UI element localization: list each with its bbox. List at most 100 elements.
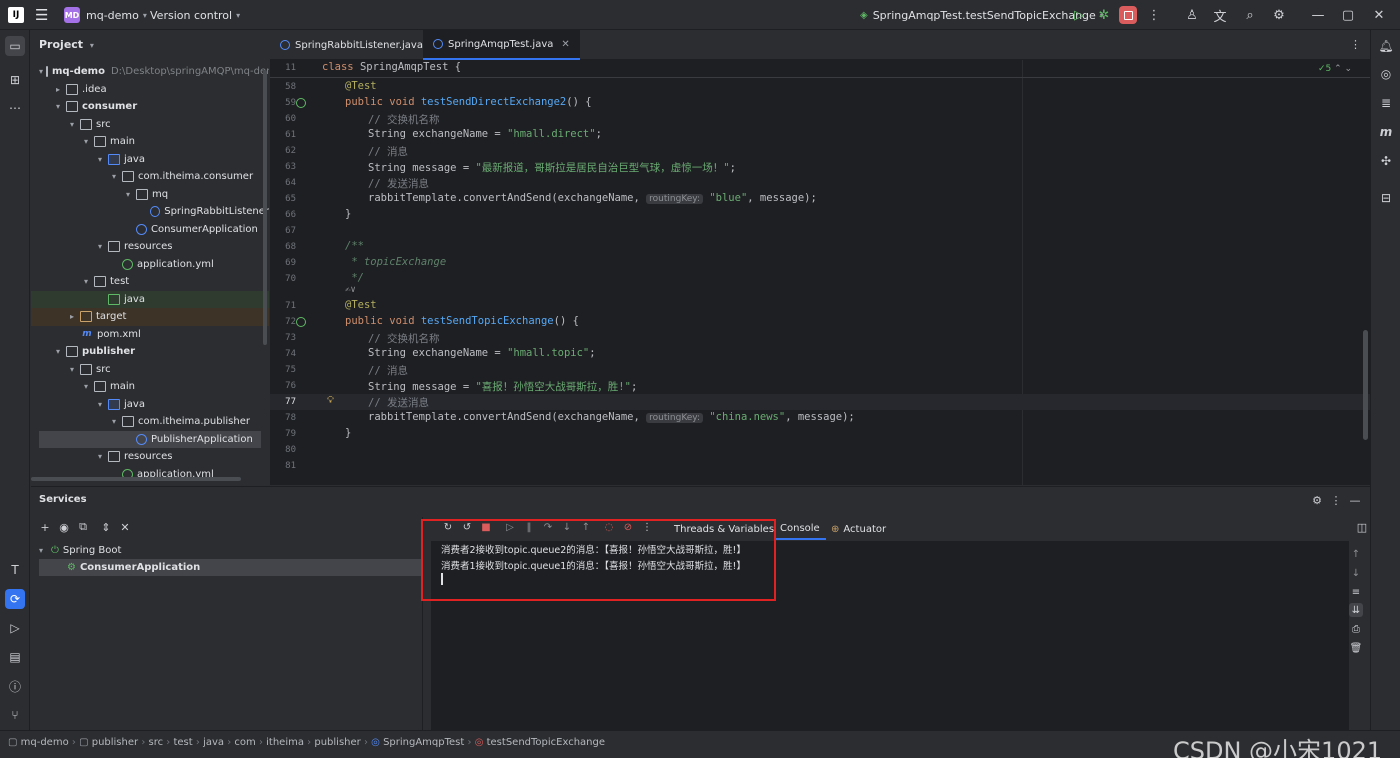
tree-item-consumer[interactable]: ▾ consumer (31, 98, 269, 116)
project-tool-icon[interactable]: ▭ (5, 36, 25, 56)
tree-item-class[interactable]: ConsumerApplication (31, 221, 269, 239)
tree-item-label: Spring Boot (62, 545, 122, 556)
tree-item-class-selected[interactable]: PublisherApplication (39, 430, 261, 448)
build-tool-icon[interactable]: T (5, 560, 25, 580)
view-options-icon[interactable]: ◉ (56, 519, 72, 535)
module-icon: ▢ (8, 737, 18, 748)
tree-item-class[interactable]: SpringRabbitListener (31, 203, 269, 221)
account-icon[interactable]: ♙ (1183, 6, 1201, 24)
plugin-icon[interactable]: ✣ (1376, 151, 1396, 171)
more-options-icon[interactable]: ⋮ (1328, 492, 1344, 508)
sticky-class-header[interactable]: class SpringAmqpTest { (322, 61, 461, 73)
more-actions-icon[interactable]: ⋮ (1145, 6, 1163, 24)
lightbulb-icon[interactable]: 💡︎ (327, 395, 334, 406)
stop-icon[interactable] (1119, 6, 1137, 24)
tree-item-target[interactable]: ▸ target (31, 308, 269, 326)
tree-item-yml[interactable]: application.yml (31, 256, 269, 274)
run-test-gutter-icon[interactable] (296, 98, 306, 108)
translate-icon[interactable]: 文 (1211, 6, 1229, 25)
tree-item-spring-boot[interactable]: ▾ ⏻ Spring Boot (39, 542, 421, 559)
soft-wrap-icon[interactable]: ≡ (1349, 585, 1363, 599)
search-icon[interactable]: ⌕ (1241, 6, 1259, 24)
code-editor[interactable]: 11 class SpringAmqpTest { ✓5 ⌃ ⌄ 58 59 6… (270, 60, 1370, 485)
tree-item-main[interactable]: ▾ main (31, 378, 269, 396)
version-control-menu[interactable]: Version control ▾ (150, 0, 240, 30)
tab-spring-rabbit-listener[interactable]: SpringRabbitListener.java (270, 30, 433, 60)
debug-icon[interactable]: ✲ (1095, 6, 1113, 24)
app-logo[interactable]: IJ (8, 0, 24, 30)
run-test-gutter-icon[interactable] (296, 317, 306, 327)
project-switcher[interactable]: MD mq-demo ▾ (64, 0, 147, 30)
more-tools-icon[interactable]: ⋯ (5, 98, 25, 118)
tree-item-package[interactable]: ▾ com.itheima.consumer (31, 168, 269, 186)
tree-item-test[interactable]: ▾ test (31, 273, 269, 291)
settings-icon[interactable]: ⚙ (1270, 6, 1288, 24)
print-icon[interactable]: ⎙ (1349, 622, 1363, 636)
services-tool-icon[interactable]: ⟳ (5, 589, 25, 609)
tree-item-mq[interactable]: ▾ mq (31, 186, 269, 204)
tree-item-idea[interactable]: ▸ .idea (31, 81, 269, 99)
close-icon[interactable]: ✕ (1370, 6, 1388, 24)
breadcrumb-item[interactable]: itheima (266, 737, 304, 748)
new-tab-icon[interactable]: ⧉ (75, 519, 91, 535)
project-panel-header[interactable]: Project ▾ (39, 38, 94, 51)
notifications-icon[interactable]: 🔔︎ (1376, 36, 1396, 56)
run-config-selector[interactable]: ◈ SpringAmqpTest.testSendTopicExchange ▾ (860, 0, 1104, 30)
tree-item-java[interactable]: ▾ java (31, 151, 269, 169)
author-hint[interactable]: ✍∨ (345, 285, 356, 295)
git-tool-icon[interactable]: ⑂ (5, 705, 25, 725)
breadcrumb-item[interactable]: publisher (314, 737, 360, 748)
main-menu-icon[interactable]: ☰ (35, 0, 48, 30)
run-tool-icon[interactable]: ▷ (5, 618, 25, 638)
inspection-widget[interactable]: ✓5 ⌃ ⌄ (1318, 64, 1352, 74)
tree-item-resources[interactable]: ▾ resources (31, 238, 269, 256)
editor-scrollbar[interactable] (1363, 330, 1368, 440)
vertical-scrollbar[interactable] (263, 70, 267, 345)
breadcrumb-item[interactable]: src (149, 737, 164, 748)
maximize-icon[interactable]: ▢ (1339, 6, 1357, 24)
tree-item-pom[interactable]: m pom.xml (31, 326, 269, 344)
horizontal-scrollbar[interactable] (31, 477, 241, 481)
scroll-to-end-icon[interactable]: ⇊ (1349, 603, 1363, 617)
database-icon[interactable]: ≣ (1376, 93, 1396, 113)
add-service-icon[interactable]: + (37, 519, 53, 535)
tree-item-src[interactable]: ▾ src (31, 116, 269, 134)
settings-icon[interactable]: ⚙ (1309, 492, 1325, 508)
breadcrumb-item[interactable]: SpringAmqpTest (383, 737, 464, 748)
breadcrumb-item[interactable]: com (234, 737, 255, 748)
layout-icon[interactable]: ◫ (1354, 519, 1370, 535)
tree-item-mq-demo[interactable]: ▾ mq-demo D:\Desktop\springAMQP\mq-demo (31, 63, 269, 81)
breadcrumb-item[interactable]: java (203, 737, 224, 748)
tree-item-java[interactable]: ▾ java (31, 396, 269, 414)
breadcrumb-item[interactable]: test (173, 737, 192, 748)
clear-all-icon[interactable]: 🗑︎ (1349, 641, 1363, 655)
ai-assistant-icon[interactable]: ◎ (1376, 64, 1396, 84)
maven-icon[interactable]: m (1376, 122, 1396, 142)
tree-item-main[interactable]: ▾ main (31, 133, 269, 151)
tab-actuator[interactable]: ⊕ Actuator (831, 518, 886, 540)
close-tab-icon[interactable]: ✕ (561, 39, 569, 50)
structure-tool-icon[interactable]: ⊞ (5, 70, 25, 90)
scroll-up-icon[interactable]: ↑ (1349, 547, 1363, 561)
tree-item-resources[interactable]: ▾ resources (31, 448, 269, 466)
run-icon[interactable]: ▷ (1070, 6, 1088, 24)
bookmarks-icon[interactable]: ⊟ (1376, 188, 1396, 208)
tab-console[interactable]: Console (774, 518, 826, 540)
terminal-tool-icon[interactable]: ▤ (5, 647, 25, 667)
collapse-all-icon[interactable]: ✕ (117, 519, 133, 535)
breadcrumb-item[interactable]: testSendTopicExchange (487, 737, 605, 748)
tree-item-consumer-application[interactable]: ⚙ ConsumerApplication (39, 559, 421, 576)
tab-spring-amqp-test[interactable]: SpringAmqpTest.java ✕ (423, 30, 580, 60)
tree-item-publisher[interactable]: ▾ publisher (31, 343, 269, 361)
tree-item-test-java[interactable]: java (31, 290, 269, 308)
tab-options-icon[interactable]: ⋮ (1350, 38, 1361, 51)
hide-panel-icon[interactable]: — (1347, 492, 1363, 508)
tree-item-src[interactable]: ▾ src (31, 361, 269, 379)
breadcrumb-item[interactable]: publisher (92, 737, 138, 748)
breadcrumb-item[interactable]: mq-demo (21, 737, 69, 748)
minimize-icon[interactable]: — (1309, 6, 1327, 24)
expand-all-icon[interactable]: ⇕ (98, 519, 114, 535)
problems-tool-icon[interactable]: ⓘ (5, 676, 25, 696)
tree-item-package[interactable]: ▾ com.itheima.publisher (31, 413, 269, 431)
scroll-down-icon[interactable]: ↓ (1349, 566, 1363, 580)
